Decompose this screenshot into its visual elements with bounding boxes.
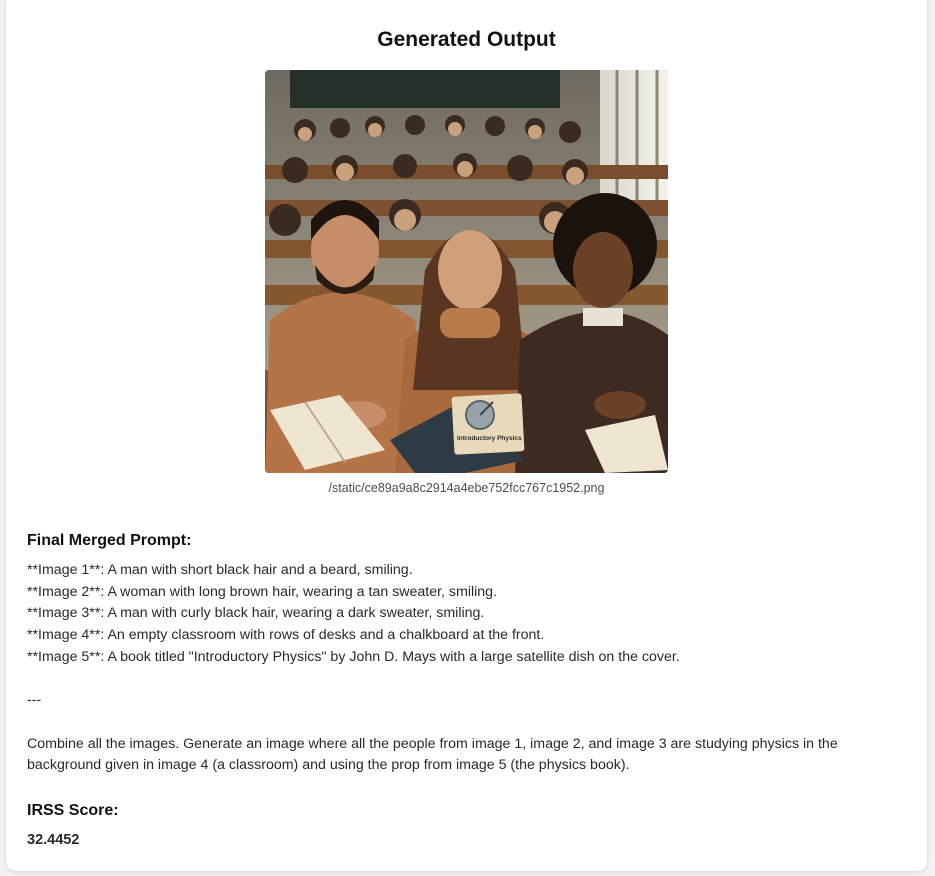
chalkboard [290, 70, 560, 108]
prompt-separator: --- [27, 692, 42, 709]
generated-image: Introductory Physics [265, 70, 668, 473]
prompt-line: **Image 2**: A woman with long brown hai… [27, 583, 498, 600]
prompt-instruction: Combine all the images. Generate an imag… [27, 735, 838, 752]
prompt-line: **Image 1**: A man with short black hair… [27, 562, 413, 578]
physics-book-title: Introductory Physics [457, 435, 522, 442]
prompt-line: **Image 3**: A man with curly black hair… [27, 605, 485, 622]
score-heading: IRSS Score: [27, 802, 119, 819]
score-value: 32.4452 [27, 832, 80, 848]
page-title: Generated Output [377, 28, 556, 51]
prompt-line: **Image 4**: An empty classroom with row… [27, 627, 545, 644]
prompt-instruction: background given in image 4 (a classroom… [27, 757, 630, 774]
prompt-line: **Image 5**: A book titled "Introductory… [27, 648, 680, 665]
prompt-heading: Final Merged Prompt: [27, 532, 192, 549]
merged-prompt-text: **Image 1**: A man with short black hair… [27, 560, 897, 777]
output-card: Generated Output Introductory Physics /s… [6, 0, 927, 871]
image-path-caption: /static/ce89a9a8c2914a4ebe752fcc767c1952… [328, 481, 605, 495]
